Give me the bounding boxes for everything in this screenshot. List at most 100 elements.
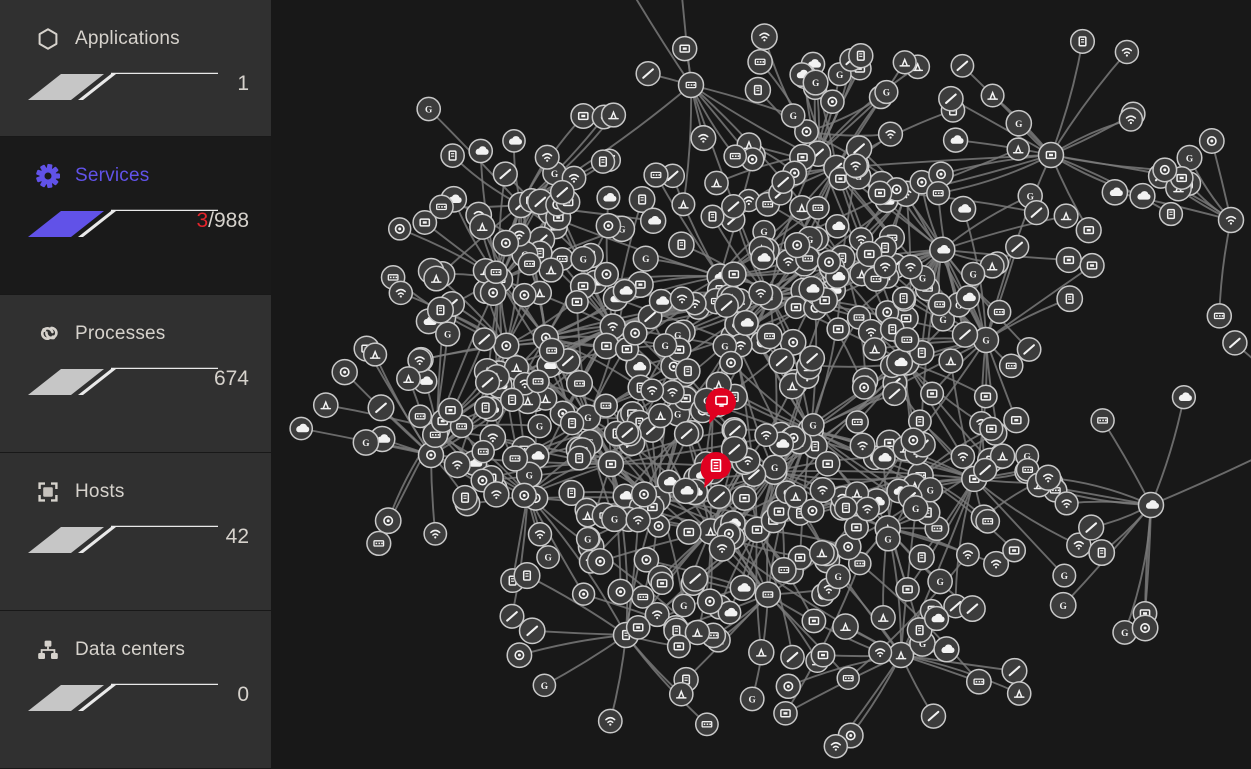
graph-node[interactable] [615,420,640,445]
graph-node[interactable] [723,144,748,169]
graph-node[interactable] [1005,234,1030,260]
graph-node[interactable]: G [902,495,929,522]
graph-node[interactable] [502,129,526,153]
graph-node[interactable] [1001,657,1028,684]
graph-node[interactable] [366,530,392,557]
sidebar-item-services[interactable]: Services 3/988 [0,137,271,295]
graph-node[interactable] [1129,182,1156,210]
graph-node[interactable] [668,231,695,259]
graph-node[interactable] [622,320,648,346]
graph-node[interactable] [367,394,395,422]
graph-node[interactable] [586,547,614,575]
graph-node[interactable] [571,582,596,606]
graph-node[interactable] [671,35,698,62]
graph-node[interactable] [1079,252,1105,279]
graph-node[interactable] [950,195,977,223]
graph-node[interactable] [1222,330,1248,356]
graph-node[interactable] [517,251,542,276]
graph-node[interactable] [908,544,935,571]
graph-node[interactable] [518,617,546,645]
graph-node[interactable] [668,681,694,707]
graph-node[interactable] [643,162,669,188]
graph-node[interactable] [979,416,1004,441]
graph-node[interactable]: G [435,321,461,347]
graph-node[interactable] [388,280,414,306]
graph-node[interactable] [942,127,969,153]
graph-node[interactable]: G [739,686,765,712]
graph-node[interactable] [1035,464,1062,491]
graph-node[interactable] [1206,303,1233,329]
graph-node[interactable] [920,703,947,729]
graph-node[interactable] [549,179,575,205]
graph-node[interactable] [873,254,898,279]
graph-node[interactable] [566,445,592,471]
graph-node[interactable] [672,477,699,505]
graph-node[interactable] [938,348,964,374]
graph-node[interactable]: G [575,526,600,551]
graph-node[interactable] [870,604,896,631]
graph-node[interactable] [1114,39,1140,65]
graph-node[interactable] [1090,408,1115,433]
graph-node[interactable] [998,353,1024,379]
graph-node[interactable] [526,369,550,394]
graph-node[interactable] [1056,285,1084,313]
graph-node[interactable] [1118,107,1144,132]
graph-node[interactable] [677,71,705,99]
graph-node[interactable] [950,444,976,469]
graph-node[interactable] [423,521,448,546]
graph-node[interactable] [809,476,836,504]
graph-node[interactable] [1006,137,1030,161]
graph-node[interactable] [810,642,836,668]
graph-node[interactable] [387,217,412,241]
graph-node[interactable] [473,395,498,420]
graph-node[interactable] [834,496,858,520]
graph-node[interactable] [808,540,835,566]
graph-node[interactable]: G [536,545,561,570]
graph-node[interactable] [396,366,421,392]
graph-node[interactable]: G [352,429,380,456]
graph-node[interactable] [694,712,719,737]
graph-node[interactable] [1054,491,1079,516]
graph-node[interactable] [1037,141,1065,169]
graph-node[interactable] [950,53,975,78]
graph-node[interactable] [784,231,811,259]
graph-node[interactable] [729,574,756,602]
graph-node[interactable] [845,410,869,434]
graph-node[interactable] [660,379,685,405]
graph-node[interactable] [955,285,981,310]
graph-node[interactable] [754,423,779,448]
graph-node[interactable]: G [532,673,557,698]
graph-node[interactable] [773,700,798,726]
graph-node[interactable] [975,508,1001,534]
graph-node[interactable] [862,337,887,362]
graph-node[interactable]: G [825,563,851,590]
graph-node[interactable] [452,484,478,511]
graph-node[interactable] [600,102,627,128]
graph-node[interactable] [721,194,746,219]
graph-node[interactable]: G [874,79,899,105]
graph-node[interactable] [1069,28,1096,54]
graph-node[interactable] [501,445,529,472]
graph-node[interactable] [1101,178,1129,206]
graph-node[interactable] [1198,128,1225,154]
graph-node[interactable] [867,180,893,206]
graph-node[interactable] [674,358,701,384]
graph-node[interactable] [484,260,508,285]
graph-node[interactable] [768,347,795,375]
graph-node[interactable]: G [1049,591,1077,619]
sidebar-item-applications[interactable]: Applications 1 [0,0,271,137]
graph-node[interactable]: G [1005,109,1033,137]
sidebar-item-processes[interactable]: Processes 674 [0,295,271,453]
graph-node[interactable] [1003,407,1030,434]
graph-node[interactable] [771,170,796,194]
graph-node[interactable] [696,588,723,615]
graph-node[interactable] [681,565,709,592]
graph-node[interactable] [1006,681,1032,706]
graph-node[interactable] [671,192,696,217]
graph-node[interactable] [511,482,537,509]
graph-node[interactable] [492,161,518,187]
graph-node[interactable] [312,392,339,418]
graph-node[interactable] [559,410,585,436]
graph-node[interactable] [750,23,778,51]
graph-node[interactable] [374,507,402,535]
